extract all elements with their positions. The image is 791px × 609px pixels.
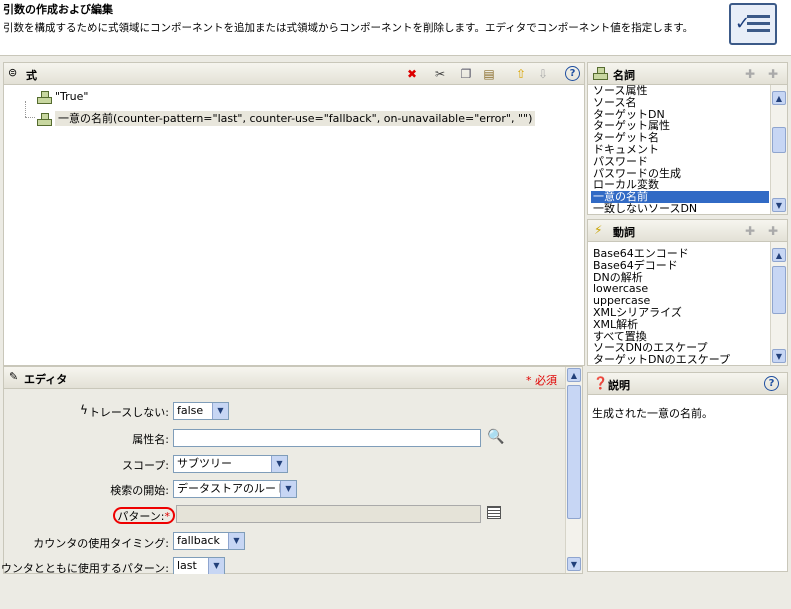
expression-panel: ⊜ 式 ✖ ✂ ❐ ▤ ⇧ ⇩ ? "True" 一意の名前(counter-p… [3, 62, 585, 366]
copy-icon[interactable]: ❐ [458, 66, 474, 82]
chevron-down-icon: ▼ [228, 533, 244, 549]
component-icon [37, 113, 52, 126]
list-item[interactable]: ターゲットDNのエスケープ [591, 354, 769, 365]
scroll-up-icon[interactable]: ▲ [772, 91, 786, 105]
scroll-thumb[interactable] [772, 266, 786, 314]
scope-select[interactable]: サブツリー ▼ [173, 455, 288, 473]
editor-title: エディタ [24, 373, 68, 386]
tree-node-unique-name[interactable]: 一意の名前(counter-pattern="last", counter-us… [37, 110, 536, 126]
nouns-panel: 名詞 ✚ ✚ ソース属性 ソース名 ターゲットDN ターゲット属性 ターゲット名… [587, 62, 788, 215]
scope-label: スコープ: [121, 459, 169, 472]
verbs-header: ⚡ 動詞 ✚ ✚ [588, 220, 787, 242]
counter-use-label: カウンタの使用タイミング: [33, 537, 169, 550]
attribute-name-input[interactable] [173, 429, 481, 447]
description-title: 説明 [608, 379, 630, 392]
nouns-header: 名詞 ✚ ✚ [588, 63, 787, 85]
verb-icon: ⚡ [594, 223, 603, 237]
expression-tree: "True" 一意の名前(counter-pattern="last", cou… [4, 85, 584, 365]
list-item[interactable]: ドキュメント [591, 144, 769, 156]
pattern-input[interactable] [176, 505, 481, 523]
scroll-down-icon[interactable]: ▼ [772, 349, 786, 363]
required-note: * 必須 [526, 374, 557, 387]
add-icon[interactable]: ✚ [742, 66, 758, 82]
chevron-down-icon: ▼ [280, 481, 296, 497]
help-icon[interactable]: ? [565, 66, 580, 81]
counter-pattern-select[interactable]: last ▼ [173, 557, 225, 575]
expression-toolbar: ⊜ 式 ✖ ✂ ❐ ▤ ⇧ ⇩ ? [4, 63, 584, 85]
add-child-icon[interactable]: ✚ [765, 223, 781, 239]
list-item[interactable]: Base64デコード [591, 259, 769, 272]
verbs-list[interactable]: Base64エンコード Base64デコード DNの解析 lowercase u… [591, 248, 769, 365]
footer [0, 574, 791, 609]
move-down-icon[interactable]: ⇩ [535, 66, 551, 82]
paste-icon[interactable]: ▤ [481, 66, 497, 82]
editor-header: ✎ エディタ * 必須 [4, 367, 565, 389]
nouns-list[interactable]: ソース属性 ソース名 ターゲットDN ターゲット属性 ターゲット名 ドキュメント… [591, 85, 769, 214]
search-start-select[interactable]: データストアのルート ▼ [173, 480, 297, 498]
info-icon: ❓ [593, 376, 608, 390]
component-icon [37, 91, 52, 104]
page-header: 引数の作成および編集 引数を構成するために式領域にコンポーネントを追加または式領… [0, 0, 791, 56]
list-item[interactable]: XML解析 [591, 318, 769, 331]
add-icon[interactable]: ✚ [742, 223, 758, 239]
delete-icon[interactable]: ✖ [404, 66, 420, 82]
page-description: 引数を構成するために式領域にコンポーネントを追加または式領域からコンポーネントを… [3, 22, 694, 34]
description-panel: ❓ 説明 ? 生成された一意の名前。 [587, 372, 788, 572]
verbs-scrollbar[interactable]: ▲ ▼ [770, 242, 787, 365]
move-up-icon[interactable]: ⇧ [513, 66, 529, 82]
list-item[interactable]: 一致しないソースDN [591, 203, 769, 214]
noun-icon [593, 66, 611, 80]
scroll-down-icon[interactable]: ▼ [772, 198, 786, 212]
no-trace-label: トレースしない: [88, 406, 169, 419]
scroll-down-icon[interactable]: ▼ [567, 557, 581, 571]
scroll-up-icon[interactable]: ▲ [772, 248, 786, 262]
pattern-builder-icon[interactable] [487, 506, 501, 519]
description-text: 生成された一意の名前。 [592, 407, 713, 420]
list-item[interactable]: ソース名 [591, 96, 769, 109]
no-trace-select[interactable]: false ▼ [173, 402, 229, 420]
scroll-thumb[interactable] [567, 385, 581, 519]
list-item[interactable]: XMLシリアライズ [591, 307, 769, 319]
cut-icon[interactable]: ✂ [432, 66, 448, 82]
scroll-thumb[interactable] [772, 127, 786, 153]
checklist-icon: ✓ [729, 3, 777, 45]
scroll-up-icon[interactable]: ▲ [567, 368, 581, 382]
add-child-icon[interactable]: ✚ [765, 66, 781, 82]
counter-use-select[interactable]: fallback ▼ [173, 532, 245, 550]
tree-node-true[interactable]: "True" [37, 90, 88, 106]
expression-title: 式 [26, 69, 37, 82]
chevron-down-icon: ▼ [271, 456, 287, 472]
help-icon[interactable]: ? [764, 376, 779, 391]
pattern-label: パターン:* [117, 510, 170, 523]
editor-scrollbar[interactable]: ▲ ▼ [565, 367, 582, 573]
attribute-name-label: 属性名: [132, 433, 169, 446]
search-icon[interactable]: 🔍 [487, 429, 504, 445]
chevron-down-icon: ▼ [208, 558, 224, 574]
nouns-title: 名詞 [613, 69, 635, 82]
list-item[interactable]: パスワード [591, 155, 769, 168]
description-header: ❓ 説明 ? [588, 373, 787, 395]
search-start-label: 検索の開始: [110, 484, 169, 497]
pencil-icon: ✎ [9, 370, 19, 383]
no-trace-icon: ϟ [80, 403, 88, 417]
chevron-down-icon: ▼ [212, 403, 228, 419]
expression-icon: ⊜ [8, 66, 18, 79]
verbs-panel: ⚡ 動詞 ✚ ✚ Base64エンコード Base64デコード DNの解析 lo… [587, 219, 788, 366]
verbs-title: 動詞 [613, 226, 635, 239]
nouns-scrollbar[interactable]: ▲ ▼ [770, 85, 787, 214]
page-title: 引数の作成および編集 [3, 3, 113, 16]
